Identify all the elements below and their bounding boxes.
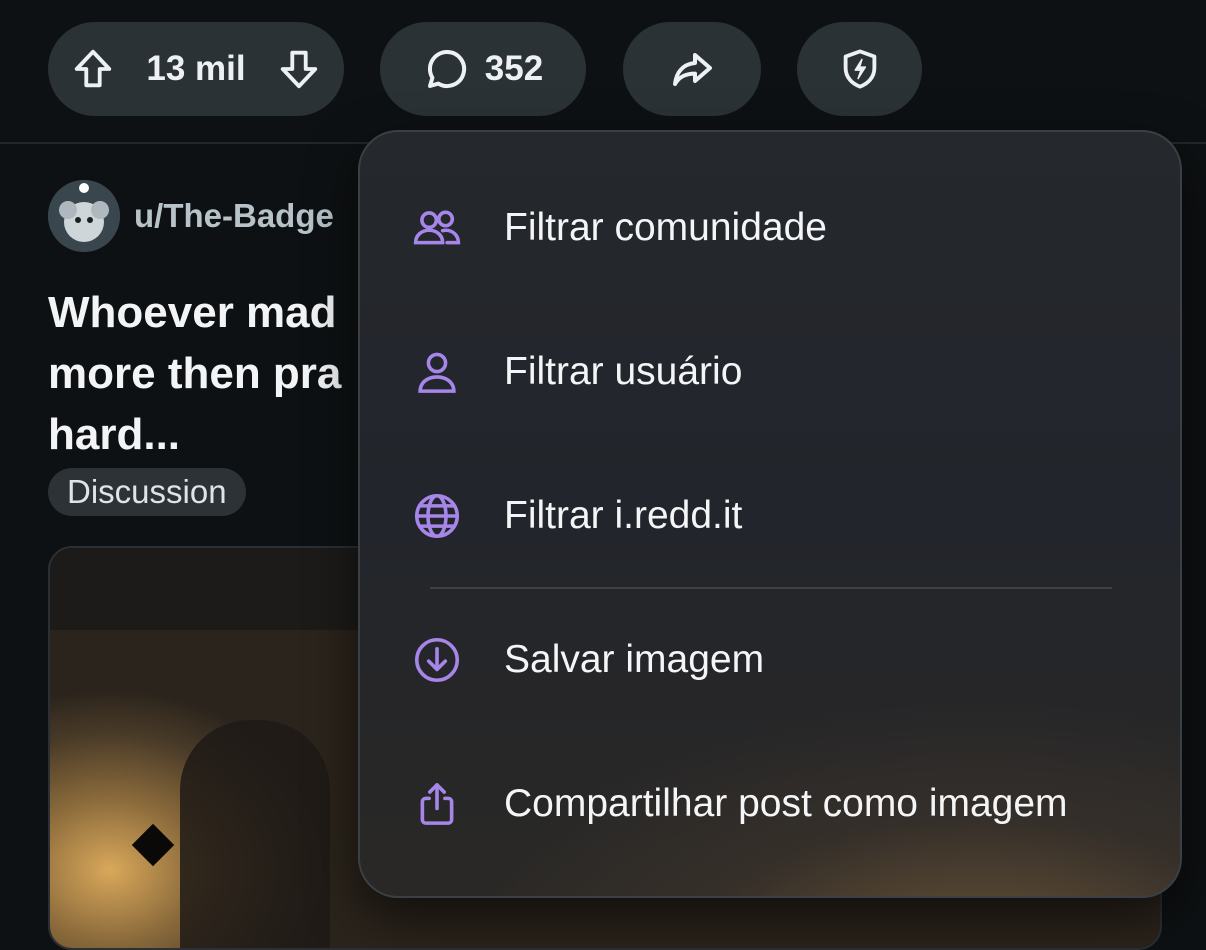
menu-item-filter-domain[interactable]: Filtrar i.redd.it [360,446,1180,586]
menu-item-save-image[interactable]: Salvar imagem [360,590,1180,730]
community-icon [410,201,464,255]
download-circle-icon [410,633,464,687]
upvote-icon[interactable] [70,46,116,92]
comments-button[interactable]: 352 [380,22,586,116]
mod-tools-button[interactable] [797,22,922,116]
post-image-diamond [131,823,175,867]
post-header: u/The-Badge [48,180,334,252]
menu-item-share-as-image[interactable]: Compartilhar post como imagem [360,734,1180,874]
post-flair[interactable]: Discussion [48,468,246,516]
post-action-bar: 13 mil 352 [0,0,1206,144]
vote-pill: 13 mil [48,22,344,116]
menu-item-label: Compartilhar post como imagem [504,782,1068,825]
menu-divider [430,587,1112,589]
menu-item-label: Filtrar i.redd.it [504,494,743,537]
share-button[interactable] [623,22,761,116]
menu-item-label: Filtrar comunidade [504,206,827,249]
vote-count: 13 mil [146,49,246,88]
comment-count: 352 [484,49,544,88]
comment-icon [423,45,471,93]
share-icon [668,45,716,93]
post-image-figure [180,720,330,948]
menu-item-label: Salvar imagem [504,638,765,681]
menu-item-label: Filtrar usuário [504,350,743,393]
menu-item-filter-user[interactable]: Filtrar usuário [360,302,1180,442]
avatar[interactable] [48,180,120,252]
post-author[interactable]: u/The-Badge [134,197,334,235]
downvote-icon[interactable] [276,46,322,92]
globe-icon [410,489,464,543]
overflow-menu: Filtrar comunidade Filtrar usuário Filtr… [358,130,1182,898]
menu-item-filter-community[interactable]: Filtrar comunidade [360,158,1180,298]
mod-shield-icon [837,46,883,92]
share-upload-icon [410,777,464,831]
user-icon [410,345,464,399]
